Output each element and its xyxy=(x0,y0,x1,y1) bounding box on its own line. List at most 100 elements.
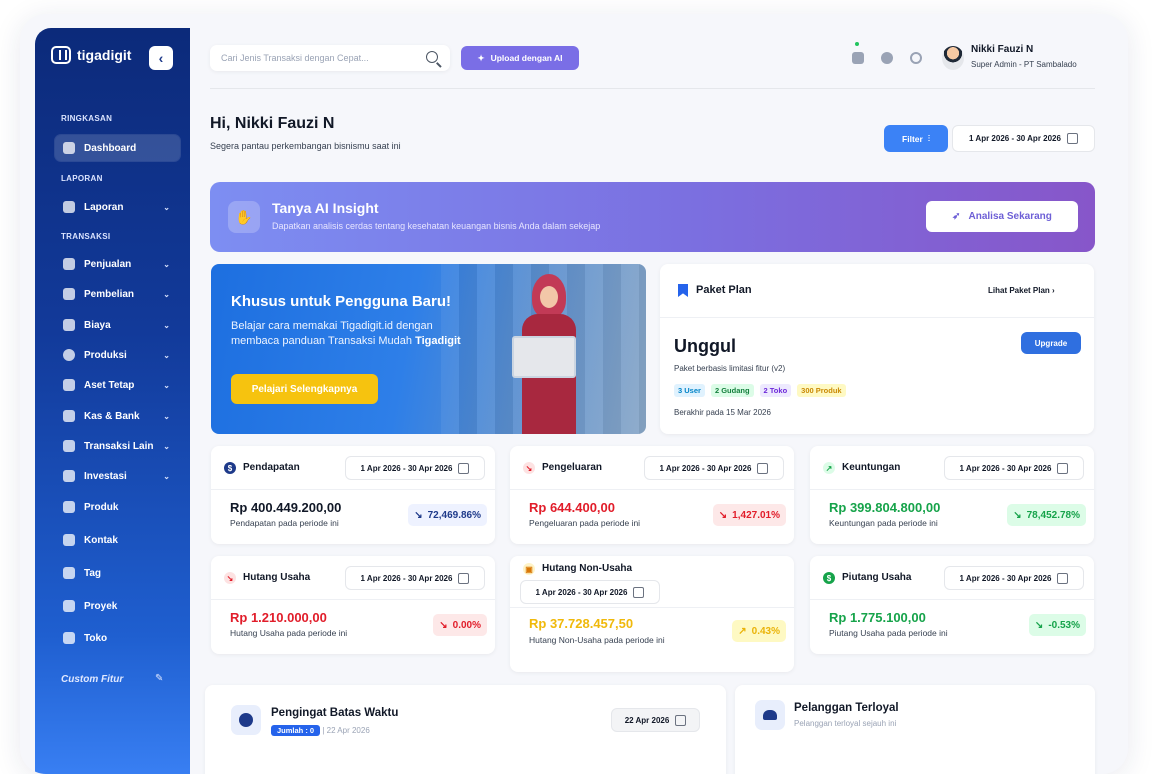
card-date-picker[interactable]: 1 Apr 2026 - 30 Apr 2026 xyxy=(345,456,485,480)
sidebar-item-kontak[interactable]: Kontak xyxy=(55,527,180,553)
card-date-picker[interactable]: 1 Apr 2026 - 30 Apr 2026 xyxy=(345,566,485,590)
calendar-icon xyxy=(1066,133,1078,144)
calendar-icon xyxy=(633,586,645,598)
ai-insight-banner: ✋ Tanya AI Insight Dapatkan analisis cer… xyxy=(210,182,1095,252)
date-range-picker[interactable]: 1 Apr 2026 - 30 Apr 2026 xyxy=(952,125,1095,152)
plan-name: Unggul xyxy=(674,336,736,356)
card-percentage: ↘ 78,452.78% xyxy=(1007,504,1086,526)
phone-icon[interactable] xyxy=(881,52,893,64)
sidebar-item-label: Tag xyxy=(84,567,102,579)
plan-tag: 300 Produk xyxy=(797,384,846,397)
sidebar-item-label: Investasi xyxy=(84,470,127,482)
sidebar-item-investasi[interactable]: Investasi ⌄ xyxy=(55,463,180,489)
plan-description: Paket berbasis limitasi fitur (v2) xyxy=(674,364,786,373)
ai-title: Tanya AI Insight xyxy=(272,200,379,216)
chevron-down-icon: ⌄ xyxy=(163,259,170,269)
calendar-icon xyxy=(1057,462,1069,474)
sidebar-item-kas-bank[interactable]: Kas & Bank ⌄ xyxy=(55,403,180,429)
sidebar-item-produksi[interactable]: Produksi ⌄ xyxy=(55,342,180,368)
view-plan-link[interactable]: Lihat Paket Plan › xyxy=(988,286,1055,295)
sidebar-item-label: Toko xyxy=(84,632,108,644)
section-transaksi: TRANSAKSI xyxy=(61,232,111,241)
card-pct-value: 0.43% xyxy=(751,625,780,637)
sidebar-item-dashboard[interactable]: Dashboard xyxy=(55,135,180,161)
sidebar-item-laporan[interactable]: Laporan ⌄ xyxy=(55,194,180,220)
contact-icon xyxy=(63,534,75,546)
calendar-icon xyxy=(458,572,470,584)
card-header: $ Piutang Usaha 1 Apr 2026 - 30 Apr 2026 xyxy=(810,556,1094,600)
loyal-customer-card: Pelanggan Terloyal Pelanggan terloyal se… xyxy=(735,685,1095,774)
sun-icon[interactable] xyxy=(910,52,922,64)
card-date-picker[interactable]: 1 Apr 2026 - 30 Apr 2026 xyxy=(520,580,660,604)
sidebar-item-toko[interactable]: Toko xyxy=(55,625,180,651)
sidebar-item-label: Transaksi Lain xyxy=(84,440,154,452)
card-date-label: 1 Apr 2026 - 30 Apr 2026 xyxy=(959,573,1052,583)
reminder-count-badge: Jumlah : 0 xyxy=(271,725,321,736)
reminder-date-picker[interactable]: 22 Apr 2026 xyxy=(611,708,700,732)
custom-fitur-link[interactable]: Custom Fitur xyxy=(61,674,123,685)
sidebar-item-pembelian[interactable]: Pembelian ⌄ xyxy=(55,281,180,307)
card-title: Pendapatan xyxy=(243,462,300,473)
trend-down-icon: ↘ xyxy=(718,509,728,521)
trend-up-icon: ↗ xyxy=(738,625,747,637)
card-pct-value: 0.00% xyxy=(452,619,481,631)
plan-tags: 3 User 2 Gudang 2 Toko 300 Produk xyxy=(674,384,846,397)
calendar-icon xyxy=(757,462,769,474)
dollar-icon: $ xyxy=(224,462,236,474)
card-date-picker[interactable]: 1 Apr 2026 - 30 Apr 2026 xyxy=(644,456,784,480)
filter-label: Filter xyxy=(902,133,923,144)
app-name: tigadigit xyxy=(77,47,132,63)
top-divider xyxy=(210,88,1095,89)
sidebar-item-label: Pembelian xyxy=(84,288,135,300)
logo-icon xyxy=(51,46,71,64)
trend-down-icon: ↘ xyxy=(224,572,236,584)
trend-down-icon: ↘ xyxy=(414,509,423,521)
learn-more-button[interactable]: Pelajari Selengkapnya xyxy=(231,374,378,404)
sidebar-item-label: Penjualan xyxy=(84,258,132,270)
plan-tag: 2 Gudang xyxy=(710,384,754,397)
plan-card: Paket Plan Lihat Paket Plan › Unggul Pak… xyxy=(660,264,1094,434)
upload-ai-button[interactable]: ✦ Upload dengan AI xyxy=(461,46,579,70)
card-header: ↘ Pengeluaran 1 Apr 2026 - 30 Apr 2026 xyxy=(510,446,794,490)
card-value: Rp 400.449.200,00 xyxy=(230,500,342,515)
book-icon[interactable] xyxy=(852,52,864,64)
filter-button[interactable]: Filter ⫶ xyxy=(884,125,948,152)
promo-title: Khusus untuk Pengguna Baru! xyxy=(231,293,452,310)
card-date-picker[interactable]: 1 Apr 2026 - 30 Apr 2026 xyxy=(944,456,1084,480)
chevron-down-icon: ⌄ xyxy=(163,289,170,299)
sidebar-item-aset-tetap[interactable]: Aset Tetap ⌄ xyxy=(55,372,180,398)
sidebar-item-proyek[interactable]: Proyek xyxy=(55,593,180,619)
collapse-sidebar-button[interactable]: ‹ xyxy=(149,46,173,70)
search-input[interactable]: Cari Jenis Transaksi dengan Cepat... xyxy=(210,45,450,71)
pencil-icon[interactable]: ✎ xyxy=(155,673,163,684)
app-logo[interactable]: tigadigit xyxy=(51,46,131,64)
card-value: Rp 37.728.457,50 xyxy=(529,616,634,631)
calendar-icon xyxy=(458,462,470,474)
sidebar-item-produk[interactable]: Produk xyxy=(55,494,180,520)
upgrade-button[interactable]: Upgrade xyxy=(1021,332,1081,354)
search-icon[interactable] xyxy=(426,51,438,63)
card-date-picker[interactable]: 1 Apr 2026 - 30 Apr 2026 xyxy=(944,566,1084,590)
bank-icon xyxy=(63,410,75,422)
sidebar-item-tag[interactable]: Tag xyxy=(55,560,180,586)
section-laporan: LAPORAN xyxy=(61,174,103,183)
avatar[interactable] xyxy=(942,46,964,70)
sidebar-item-biaya[interactable]: Biaya ⌄ xyxy=(55,312,180,338)
sidebar-item-label: Kas & Bank xyxy=(84,410,140,422)
sidebar-item-label: Produksi xyxy=(84,349,127,361)
card-percentage: ↘ -0.53% xyxy=(1028,614,1086,636)
card-title: Pengeluaran xyxy=(542,462,603,473)
analisa-button[interactable]: ➶ Analisa Sekarang xyxy=(926,201,1078,232)
calendar-icon xyxy=(675,714,687,726)
folder-icon xyxy=(63,440,75,452)
sidebar-item-label: Dashboard xyxy=(84,142,137,154)
card-date-label: 1 Apr 2026 - 30 Apr 2026 xyxy=(360,463,453,473)
dollar-icon: $ xyxy=(823,572,835,584)
sales-icon xyxy=(63,258,75,270)
card-percentage: ↘ 1,427.01% xyxy=(712,504,786,526)
date-range-label: 1 Apr 2026 - 30 Apr 2026 xyxy=(969,134,1061,143)
sidebar-item-transaksi-lain[interactable]: Transaksi Lain ⌄ xyxy=(55,433,180,459)
card-percentage: ↘ 0.00% xyxy=(433,614,487,636)
sidebar-item-penjualan[interactable]: Penjualan ⌄ xyxy=(55,251,180,277)
users-icon xyxy=(755,700,785,730)
